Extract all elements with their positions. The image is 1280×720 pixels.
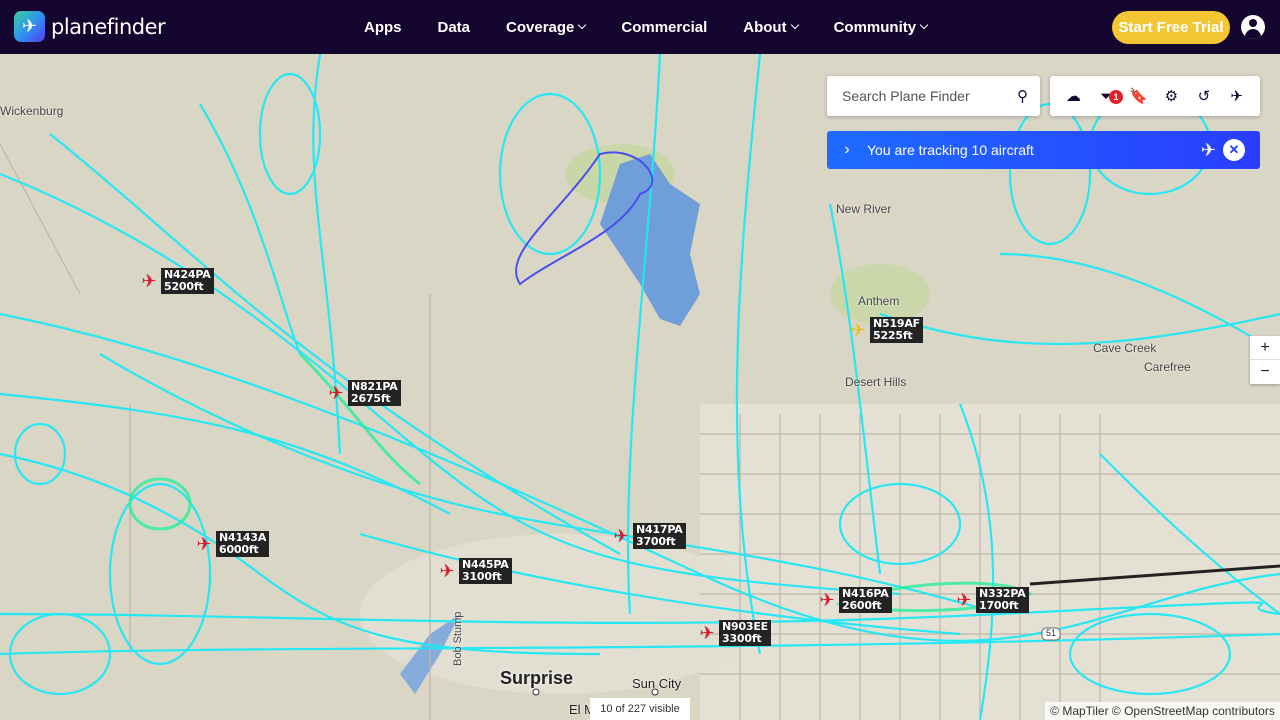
fleet-icon[interactable]: ✈	[1226, 85, 1248, 107]
aircraft-label: N821PA 2675ft	[348, 380, 401, 406]
nav-data[interactable]: Data	[438, 19, 471, 36]
altitude: 2600ft	[842, 599, 882, 612]
user-account-icon[interactable]	[1241, 15, 1265, 39]
plane-icon: ✈	[141, 271, 157, 291]
aircraft-marker[interactable]: ✈ N332PA 1700ft	[955, 587, 1029, 613]
altitude: 1700ft	[979, 599, 1019, 612]
map-toolbar: ☁ ⏷ 1 🔖 ⚙ ↺ ✈	[1050, 76, 1260, 116]
filter-icon[interactable]: ⏷ 1	[1095, 85, 1123, 107]
nav-apps-label: Apps	[364, 18, 402, 36]
nav-about[interactable]: About	[743, 18, 799, 36]
aircraft-marker[interactable]: ✈ N445PA 3100ft	[438, 558, 512, 584]
aircraft-marker[interactable]: ✈ N424PA 5200ft	[140, 268, 214, 294]
weather-icon[interactable]: ☁	[1062, 85, 1084, 107]
settings-gear-icon[interactable]: ⚙	[1160, 85, 1182, 107]
city-marker	[532, 688, 540, 696]
place-label: New River	[836, 202, 892, 216]
top-nav: ✈ planefinder Apps Data Coverage Commerc…	[0, 0, 1280, 54]
plane-icon: ✈	[439, 561, 455, 581]
chevron-down-icon	[790, 20, 799, 30]
plane-logo-icon: ✈	[14, 11, 45, 42]
zoom-in-button[interactable]: +	[1250, 336, 1280, 360]
place-label: Wickenburg	[0, 104, 64, 118]
history-clock-icon[interactable]: ↺	[1193, 85, 1215, 107]
aircraft-label: N417PA 3700ft	[633, 523, 686, 549]
close-icon[interactable]: ✕	[1223, 139, 1245, 161]
aircraft-label: N445PA 3100ft	[459, 558, 512, 584]
plane-icon: ✈	[956, 590, 972, 610]
aircraft-label: N519AF 5225ft	[870, 317, 923, 343]
aircraft-marker[interactable]: ✈ N519AF 5225ft	[849, 317, 923, 343]
filter-count-badge: 1	[1108, 90, 1123, 104]
altitude: 3100ft	[462, 570, 502, 583]
plane-icon: ✈	[1200, 140, 1216, 160]
visible-count: 10 of 227 visible	[590, 698, 690, 720]
aircraft-label: N424PA 5200ft	[161, 268, 214, 294]
nav-coverage-label: Coverage	[506, 18, 575, 36]
bookmark-icon[interactable]: 🔖	[1128, 85, 1150, 107]
aircraft-label: N4143A 6000ft	[216, 531, 270, 557]
aircraft-marker[interactable]: ✈ N416PA 2600ft	[818, 587, 892, 613]
search-box: ⚲	[827, 76, 1040, 116]
nav-apps[interactable]: Apps	[364, 19, 402, 36]
aircraft-label: N332PA 1700ft	[976, 587, 1029, 613]
place-label: Anthem	[858, 294, 900, 308]
place-label: Desert Hills	[845, 375, 907, 389]
nav-coverage[interactable]: Coverage	[506, 18, 587, 36]
plane-icon: ✈	[850, 320, 866, 340]
nav-data-label: Data	[437, 18, 471, 36]
altitude: 2675ft	[351, 392, 391, 405]
place-label: Cave Creek	[1093, 341, 1157, 355]
city-label: Surprise	[500, 668, 574, 688]
lake	[600, 154, 700, 326]
altitude: 3700ft	[636, 535, 676, 548]
plane-icon: ✈	[819, 590, 835, 610]
chevron-down-icon	[919, 20, 929, 30]
plane-icon: ✈	[613, 526, 629, 546]
plane-icon: ✈	[196, 534, 212, 554]
chevron-down-icon	[578, 20, 587, 30]
tracking-text: You are tracking 10 aircraft	[867, 142, 1034, 158]
main-menu: Apps Data Coverage Commercial About Comm…	[364, 0, 963, 54]
nav-community[interactable]: Community	[833, 18, 929, 36]
aircraft-marker[interactable]: ✈ N821PA 2675ft	[327, 380, 401, 406]
highway-number: 51	[1046, 628, 1057, 638]
aircraft-marker[interactable]: ✈ N903EE 3300ft	[698, 620, 771, 646]
nav-community-label: Community	[833, 18, 917, 36]
place-label: Carefree	[1144, 360, 1191, 374]
brand-name: planefinder	[51, 14, 166, 39]
aircraft-label: N903EE 3300ft	[719, 620, 771, 646]
search-icon[interactable]: ⚲	[1017, 87, 1028, 105]
aircraft-marker[interactable]: ✈ N417PA 3700ft	[612, 523, 686, 549]
chevron-right-icon[interactable]: ›	[827, 141, 867, 159]
nav-commercial[interactable]: Commercial	[621, 19, 707, 36]
nav-commercial-label: Commercial	[621, 18, 708, 36]
aircraft-marker[interactable]: ✈ N4143A 6000ft	[195, 531, 270, 557]
aircraft-label: N416PA 2600ft	[839, 587, 892, 613]
map-attribution[interactable]: © MapTiler © OpenStreetMap contributors	[1045, 702, 1280, 720]
altitude: 5225ft	[873, 329, 913, 342]
zoom-control: + −	[1250, 336, 1280, 384]
search-input[interactable]	[842, 88, 1002, 104]
nav-about-label: About	[743, 18, 787, 36]
plane-icon: ✈	[699, 623, 715, 643]
tracking-banner[interactable]: › You are tracking 10 aircraft ✈ ✕	[827, 131, 1260, 169]
brand-logo[interactable]: ✈ planefinder	[14, 11, 166, 42]
altitude: 5200ft	[164, 280, 204, 293]
plane-icon: ✈	[328, 383, 344, 403]
altitude: 3300ft	[722, 632, 762, 645]
start-free-trial-button[interactable]: Start Free Trial	[1112, 11, 1230, 44]
road-label: Bob Stump	[452, 611, 464, 666]
altitude: 6000ft	[219, 543, 259, 556]
zoom-out-button[interactable]: −	[1250, 360, 1280, 384]
place-label: Sun City	[632, 676, 682, 691]
